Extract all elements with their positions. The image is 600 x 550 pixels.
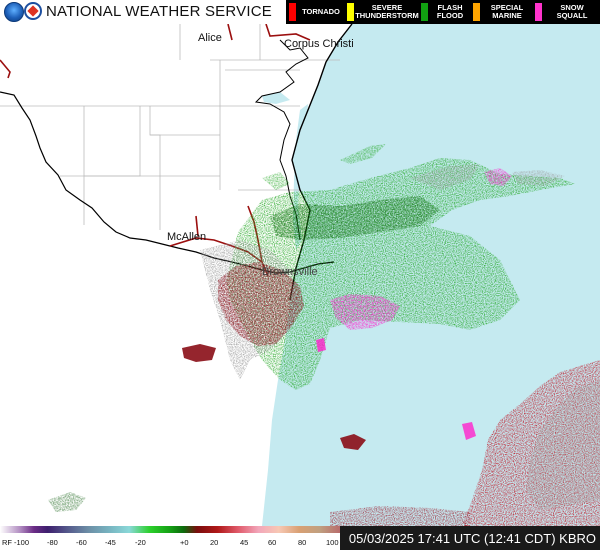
nws-logo-icon (24, 2, 42, 20)
legend-tornado: TORNADO (286, 0, 344, 24)
legend-special-marine-label: SPECIAL MARINE (490, 3, 524, 20)
colorbar-tick: -60 (76, 538, 87, 547)
legend-tornado-label: TORNADO (302, 7, 340, 16)
legend-special-marine-swatch (473, 3, 480, 21)
reflectivity-colorbar: RF -100 -80 -60 -45 -20 +0 20 45 60 80 1… (0, 526, 340, 550)
legend-flash-flood: FLASH FLOOD (418, 0, 470, 24)
colorbar-tick: 20 (210, 538, 219, 547)
colorbar-tick: -80 (47, 538, 58, 547)
colorbar-tick: -20 (135, 538, 146, 547)
radar-page: NATIONAL WEATHER SERVICE TORNADO SEVERE … (0, 0, 600, 550)
colorbar-tick: +0 (180, 538, 189, 547)
legend-severe-thunderstorm: SEVERE THUNDERSTORM (344, 0, 419, 24)
legend-special-marine: SPECIAL MARINE (470, 0, 532, 24)
city-label-alice: Alice (198, 32, 222, 44)
colorbar-tick: 100 (326, 538, 339, 547)
header-bar: NATIONAL WEATHER SERVICE TORNADO SEVERE … (0, 0, 600, 24)
footer-bar: RF -100 -80 -60 -45 -20 +0 20 45 60 80 1… (0, 526, 600, 550)
city-label-brownsville: Brownsville (262, 266, 318, 278)
warning-legend: TORNADO SEVERE THUNDERSTORM FLASH FLOOD … (286, 0, 600, 24)
colorbar-tick: -100 (14, 538, 30, 547)
timestamp: 05/03/2025 17:41 UTC (12:41 CDT) KBRO (340, 526, 600, 550)
city-label-corpus-christi: Corpus Christi (284, 38, 354, 50)
colorbar-tick: 45 (240, 538, 249, 547)
legend-severe-thunderstorm-swatch (347, 3, 354, 21)
legend-snow-squall-label: SNOW SQUALL (556, 3, 588, 20)
colorbar-tick: 60 (268, 538, 277, 547)
legend-snow-squall-swatch (535, 3, 542, 21)
legend-severe-thunderstorm-label: SEVERE THUNDERSTORM (355, 3, 419, 20)
colorbar-gradient (0, 526, 340, 533)
colorbar-product-label: RF (2, 538, 12, 547)
agency-name: NATIONAL WEATHER SERVICE (46, 3, 272, 20)
noaa-logo-icon (4, 2, 24, 22)
colorbar-tick: -45 (105, 538, 116, 547)
colorbar-tick: 80 (298, 538, 307, 547)
city-label-mcallen: McAllen (167, 231, 207, 243)
legend-tornado-swatch (289, 3, 296, 21)
legend-snow-squall: SNOW SQUALL (532, 0, 600, 24)
legend-flash-flood-label: FLASH FLOOD (436, 3, 464, 20)
radar-map[interactable]: Alice Corpus Christi McAllen Brownsville (0, 24, 600, 526)
legend-flash-flood-swatch (421, 3, 428, 21)
